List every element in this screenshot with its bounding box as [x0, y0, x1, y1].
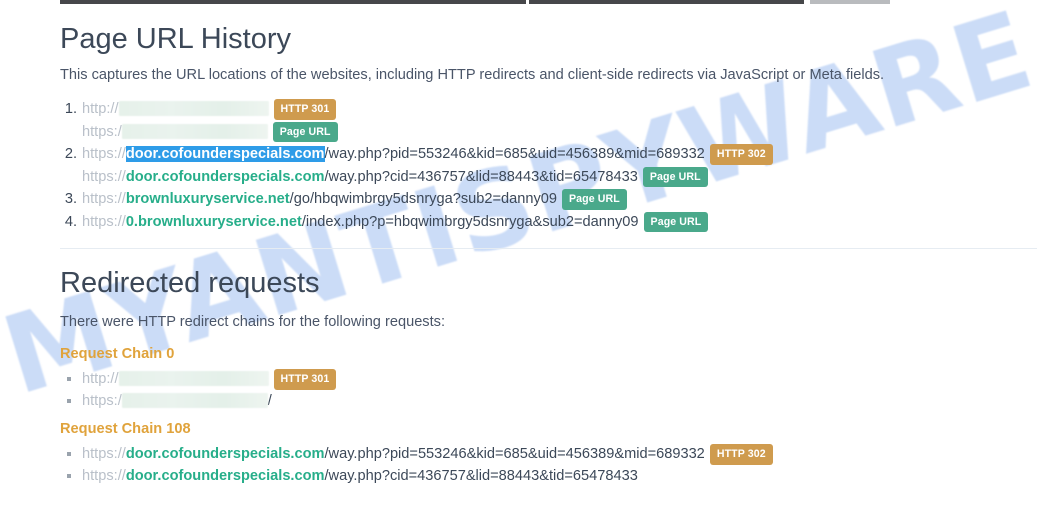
- section-divider: [60, 248, 1037, 249]
- bullet-icon: [67, 474, 71, 479]
- url-history-item: 3. https://brownluxuryservice.net/go/hbqw…: [60, 188, 1020, 211]
- url-trailing-slash: /: [267, 393, 272, 410]
- url-history-item: 1. http:// HTTP 301 https:/ Page URL: [60, 98, 1020, 143]
- redacted-host: [121, 393, 268, 409]
- redirected-requests-description: There were HTTP redirect chains for the …: [60, 314, 446, 330]
- url-path: /way.php?cid=436757&lid=88443&tid=654784…: [324, 468, 638, 485]
- url-path: /way.php?cid=436757&lid=88443&tid=654784…: [324, 168, 638, 185]
- url-scheme: https://: [82, 168, 126, 185]
- redacted-host: [118, 101, 269, 116]
- page-url-badge: Page URL: [562, 189, 627, 210]
- request-chain-title: Request Chain 0: [60, 346, 175, 362]
- request-chain-item: http:// HTTP 301: [60, 368, 1020, 391]
- list-number: 1.: [64, 101, 77, 117]
- http-status-badge: HTTP 301: [273, 368, 337, 390]
- request-chain-title: Request Chain 108: [60, 421, 191, 437]
- url-scheme: http://: [82, 370, 119, 387]
- url-scheme: https://: [82, 213, 126, 230]
- request-chain-block: Request Chain 0 http:// HTTP 301 https:/ /: [60, 345, 1020, 413]
- url-entry: http:// HTTP 301: [82, 368, 1020, 391]
- redacted-host: [118, 370, 269, 386]
- url-scheme: https://: [82, 191, 126, 207]
- url-path: /index.php?p=hbqwimbrgy5dsnryga&sub2=dan…: [301, 213, 639, 230]
- url-scheme: https://: [82, 146, 126, 162]
- url-host[interactable]: door.cofounderspecials.com: [126, 468, 325, 484]
- bullet-icon: [67, 451, 71, 456]
- page-url-badge: Page URL: [643, 211, 709, 233]
- url-entry: https://door.cofounderspecials.com/way.p…: [82, 465, 1020, 488]
- list-number: 2.: [64, 146, 77, 162]
- url-entry: https://brownluxuryservice.net/go/hbqwim…: [82, 188, 1020, 211]
- request-chain-list: http:// HTTP 301 https:/ /: [60, 368, 1020, 413]
- request-chain-item: https:/ /: [60, 390, 1020, 413]
- url-scheme: https:/: [82, 393, 122, 410]
- url-history-list: 1. http:// HTTP 301 https:/ Page URL 2. http…: [60, 98, 1020, 233]
- redacted-host: [121, 123, 268, 139]
- page-url-badge: Page URL: [642, 166, 708, 188]
- list-number: 4.: [64, 213, 77, 230]
- url-host[interactable]: door.cofounderspecials.com: [125, 146, 325, 162]
- url-history-description: This captures the URL locations of the w…: [60, 67, 885, 83]
- url-history-item: 4. https://0.brownluxuryservice.net/index…: [60, 211, 1020, 234]
- url-host[interactable]: 0.brownluxuryservice.net: [126, 214, 302, 230]
- url-entry: https:/ /: [82, 390, 1020, 413]
- url-entry: http:// HTTP 301: [82, 98, 1020, 121]
- url-entry: https://door.cofounderspecials.com/way.p…: [82, 143, 1020, 166]
- page-title-redirected-requests: Redirected requests: [60, 267, 320, 299]
- url-host[interactable]: door.cofounderspecials.com: [126, 169, 325, 185]
- page-title-url-history: Page URL History: [60, 23, 292, 55]
- url-entry: https://0.brownluxuryservice.net/index.p…: [82, 211, 1020, 234]
- list-number: 3.: [64, 191, 77, 207]
- http-status-badge: HTTP 302: [709, 144, 773, 165]
- http-status-badge: HTTP 301: [273, 99, 337, 120]
- top-cutoff-bars: [0, 0, 1037, 12]
- url-path: /way.php?pid=553246&kid=685&uid=456389&m…: [324, 445, 705, 462]
- url-host[interactable]: door.cofounderspecials.com: [126, 446, 325, 462]
- url-entry: https://door.cofounderspecials.com/way.p…: [82, 166, 1020, 189]
- top-bar-segment-2: [529, 0, 804, 4]
- url-path: /go/hbqwimbrgy5dsnryga?sub2=danny09: [289, 191, 557, 207]
- top-bar-segment-3: [810, 0, 890, 4]
- url-entry: https://door.cofounderspecials.com/way.p…: [82, 443, 1020, 466]
- url-scheme: https:/: [82, 123, 122, 140]
- bullet-icon: [67, 399, 71, 404]
- bullet-icon: [67, 376, 71, 381]
- request-chain-item: https://door.cofounderspecials.com/way.p…: [60, 465, 1020, 488]
- top-bar-segment-1: [60, 0, 526, 4]
- url-scheme: https://: [82, 468, 126, 485]
- url-path: /way.php?pid=553246&kid=685&uid=456389&m…: [324, 146, 705, 162]
- url-scheme: http://: [82, 101, 119, 117]
- page-url-badge: Page URL: [272, 121, 338, 143]
- url-history-item: 2. https://door.cofounderspecials.com/way…: [60, 143, 1020, 188]
- request-chain-block: Request Chain 108 https://door.cofounders…: [60, 420, 1020, 488]
- url-entry: https:/ Page URL: [82, 121, 1020, 144]
- url-scheme: https://: [82, 445, 126, 462]
- request-chain-list: https://door.cofounderspecials.com/way.p…: [60, 443, 1020, 488]
- url-host[interactable]: brownluxuryservice.net: [126, 191, 290, 207]
- http-status-badge: HTTP 302: [709, 443, 773, 465]
- request-chain-item: https://door.cofounderspecials.com/way.p…: [60, 443, 1020, 466]
